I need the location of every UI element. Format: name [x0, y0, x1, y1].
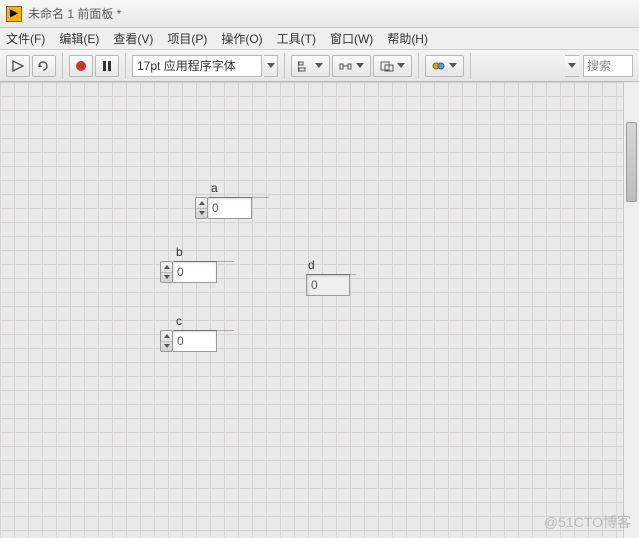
divider [174, 330, 234, 331]
control-b-value[interactable]: 0 [173, 261, 217, 283]
abort-button[interactable] [69, 55, 93, 77]
menu-project[interactable]: 项目(P) [167, 30, 207, 47]
menu-view[interactable]: 查看(V) [113, 30, 153, 47]
canvas-area: a 0 b 0 c 0 d [0, 82, 639, 538]
control-a-label: a [195, 181, 252, 195]
distribute-button[interactable] [332, 55, 371, 77]
menu-bar: 文件(F) 编辑(E) 查看(V) 项目(P) 操作(O) 工具(T) 窗口(W… [0, 28, 639, 50]
control-c[interactable]: c 0 [160, 314, 217, 352]
window-title: 未命名 1 前面板 * [28, 5, 121, 22]
reorder-button[interactable] [425, 55, 464, 77]
control-c-label: c [160, 314, 217, 328]
indicator-d-value: 0 [306, 274, 350, 296]
labview-app-icon: ▶ [6, 6, 22, 22]
control-b[interactable]: b 0 [160, 245, 217, 283]
divider [306, 274, 356, 275]
vertical-scrollbar[interactable] [623, 82, 639, 538]
menu-file[interactable]: 文件(F) [6, 30, 45, 47]
menu-help[interactable]: 帮助(H) [387, 30, 428, 47]
font-combo-label: 17pt 应用程序字体 [137, 57, 236, 74]
chevron-down-icon [568, 63, 576, 68]
font-combo-caret[interactable] [264, 55, 278, 77]
menu-operate[interactable]: 操作(O) [221, 30, 262, 47]
menu-tools[interactable]: 工具(T) [277, 30, 316, 47]
chevron-down-icon [397, 63, 405, 68]
chevron-down-icon [315, 63, 323, 68]
run-continuous-button[interactable] [32, 55, 56, 77]
toolbar: 17pt 应用程序字体 搜索 [0, 50, 639, 82]
arrow-down-icon [164, 275, 170, 279]
arrow-up-icon [164, 265, 170, 269]
resize-button[interactable] [373, 55, 412, 77]
divider [174, 261, 234, 262]
indicator-d-label: d [306, 258, 350, 272]
indicator-d[interactable]: d 0 [306, 258, 350, 296]
pause-button[interactable] [95, 55, 119, 77]
arrow-up-icon [199, 201, 205, 205]
control-a[interactable]: a 0 [195, 181, 252, 219]
run-button[interactable] [6, 55, 30, 77]
chevron-down-icon [356, 63, 364, 68]
menu-window[interactable]: 窗口(W) [330, 30, 373, 47]
title-bar: ▶ 未命名 1 前面板 * [0, 0, 639, 28]
scrollbar-thumb[interactable] [626, 122, 637, 202]
arrow-down-icon [164, 344, 170, 348]
search-caret[interactable] [565, 55, 579, 77]
font-combo[interactable]: 17pt 应用程序字体 [132, 55, 262, 77]
control-c-spinner[interactable] [160, 330, 173, 352]
search-input[interactable]: 搜索 [583, 55, 633, 77]
front-panel-canvas[interactable]: a 0 b 0 c 0 d [0, 82, 623, 538]
arrow-down-icon [199, 211, 205, 215]
arrow-up-icon [164, 334, 170, 338]
align-button[interactable] [291, 55, 330, 77]
menu-edit[interactable]: 编辑(E) [59, 30, 99, 47]
chevron-down-icon [267, 63, 275, 68]
chevron-down-icon [449, 63, 457, 68]
control-a-value[interactable]: 0 [208, 197, 252, 219]
control-c-value[interactable]: 0 [173, 330, 217, 352]
divider [209, 197, 269, 198]
search-placeholder: 搜索 [587, 57, 611, 74]
control-b-spinner[interactable] [160, 261, 173, 283]
control-b-label: b [160, 245, 217, 259]
control-a-spinner[interactable] [195, 197, 208, 219]
